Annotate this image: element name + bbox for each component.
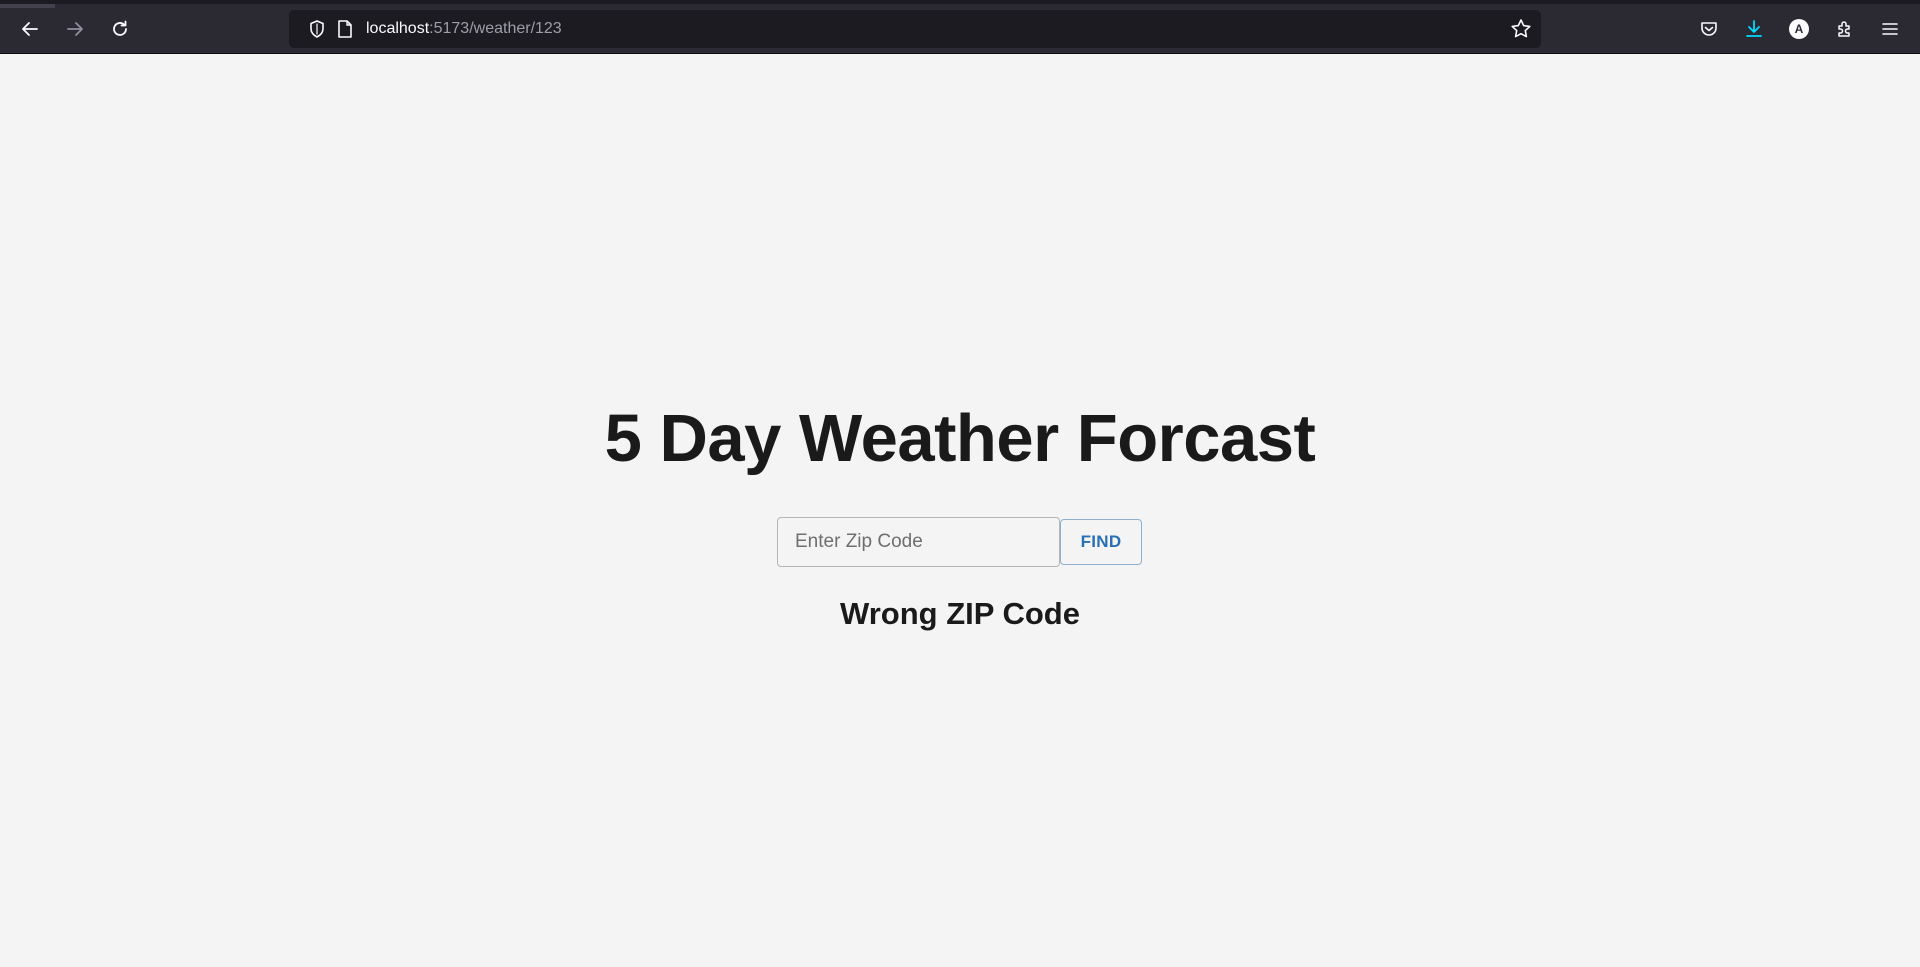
account-icon: A <box>1789 19 1809 39</box>
page-title: 5 Day Weather Forcast <box>604 401 1316 476</box>
reload-icon <box>113 20 127 36</box>
address-bar[interactable]: localhost:5173/weather/123 <box>289 10 1541 48</box>
browser-toolbar: localhost:5173/weather/123 A <box>0 0 1920 54</box>
page-icon[interactable] <box>336 19 354 39</box>
url-host: localhost <box>366 20 430 37</box>
page-content: 5 Day Weather Forcast FIND Wrong ZIP Cod… <box>0 54 1920 967</box>
pocket-icon <box>1701 22 1717 36</box>
star-icon[interactable] <box>1509 17 1533 41</box>
back-button[interactable] <box>12 11 48 47</box>
forward-button[interactable] <box>57 11 93 47</box>
downloads-button[interactable] <box>1738 13 1770 45</box>
account-button[interactable]: A <box>1783 13 1815 45</box>
error-message: Wrong ZIP Code <box>840 596 1080 631</box>
url-text[interactable]: localhost:5173/weather/123 <box>366 10 562 48</box>
extensions-button[interactable] <box>1829 13 1861 45</box>
zip-code-input[interactable] <box>777 517 1060 567</box>
forward-arrow-icon <box>67 22 83 36</box>
tab-strip-accent <box>0 4 55 8</box>
zip-search-form: FIND <box>777 517 1142 567</box>
url-path: :5173/weather/123 <box>429 20 562 37</box>
back-arrow-icon <box>22 22 38 36</box>
puzzle-icon <box>1838 21 1850 37</box>
menu-button[interactable] <box>1874 13 1906 45</box>
hamburger-menu-icon <box>1882 23 1898 35</box>
pocket-button[interactable] <box>1693 13 1725 45</box>
download-icon <box>1746 20 1762 37</box>
reload-button[interactable] <box>102 11 138 47</box>
find-button[interactable]: FIND <box>1060 519 1142 565</box>
shield-icon[interactable] <box>307 19 327 39</box>
